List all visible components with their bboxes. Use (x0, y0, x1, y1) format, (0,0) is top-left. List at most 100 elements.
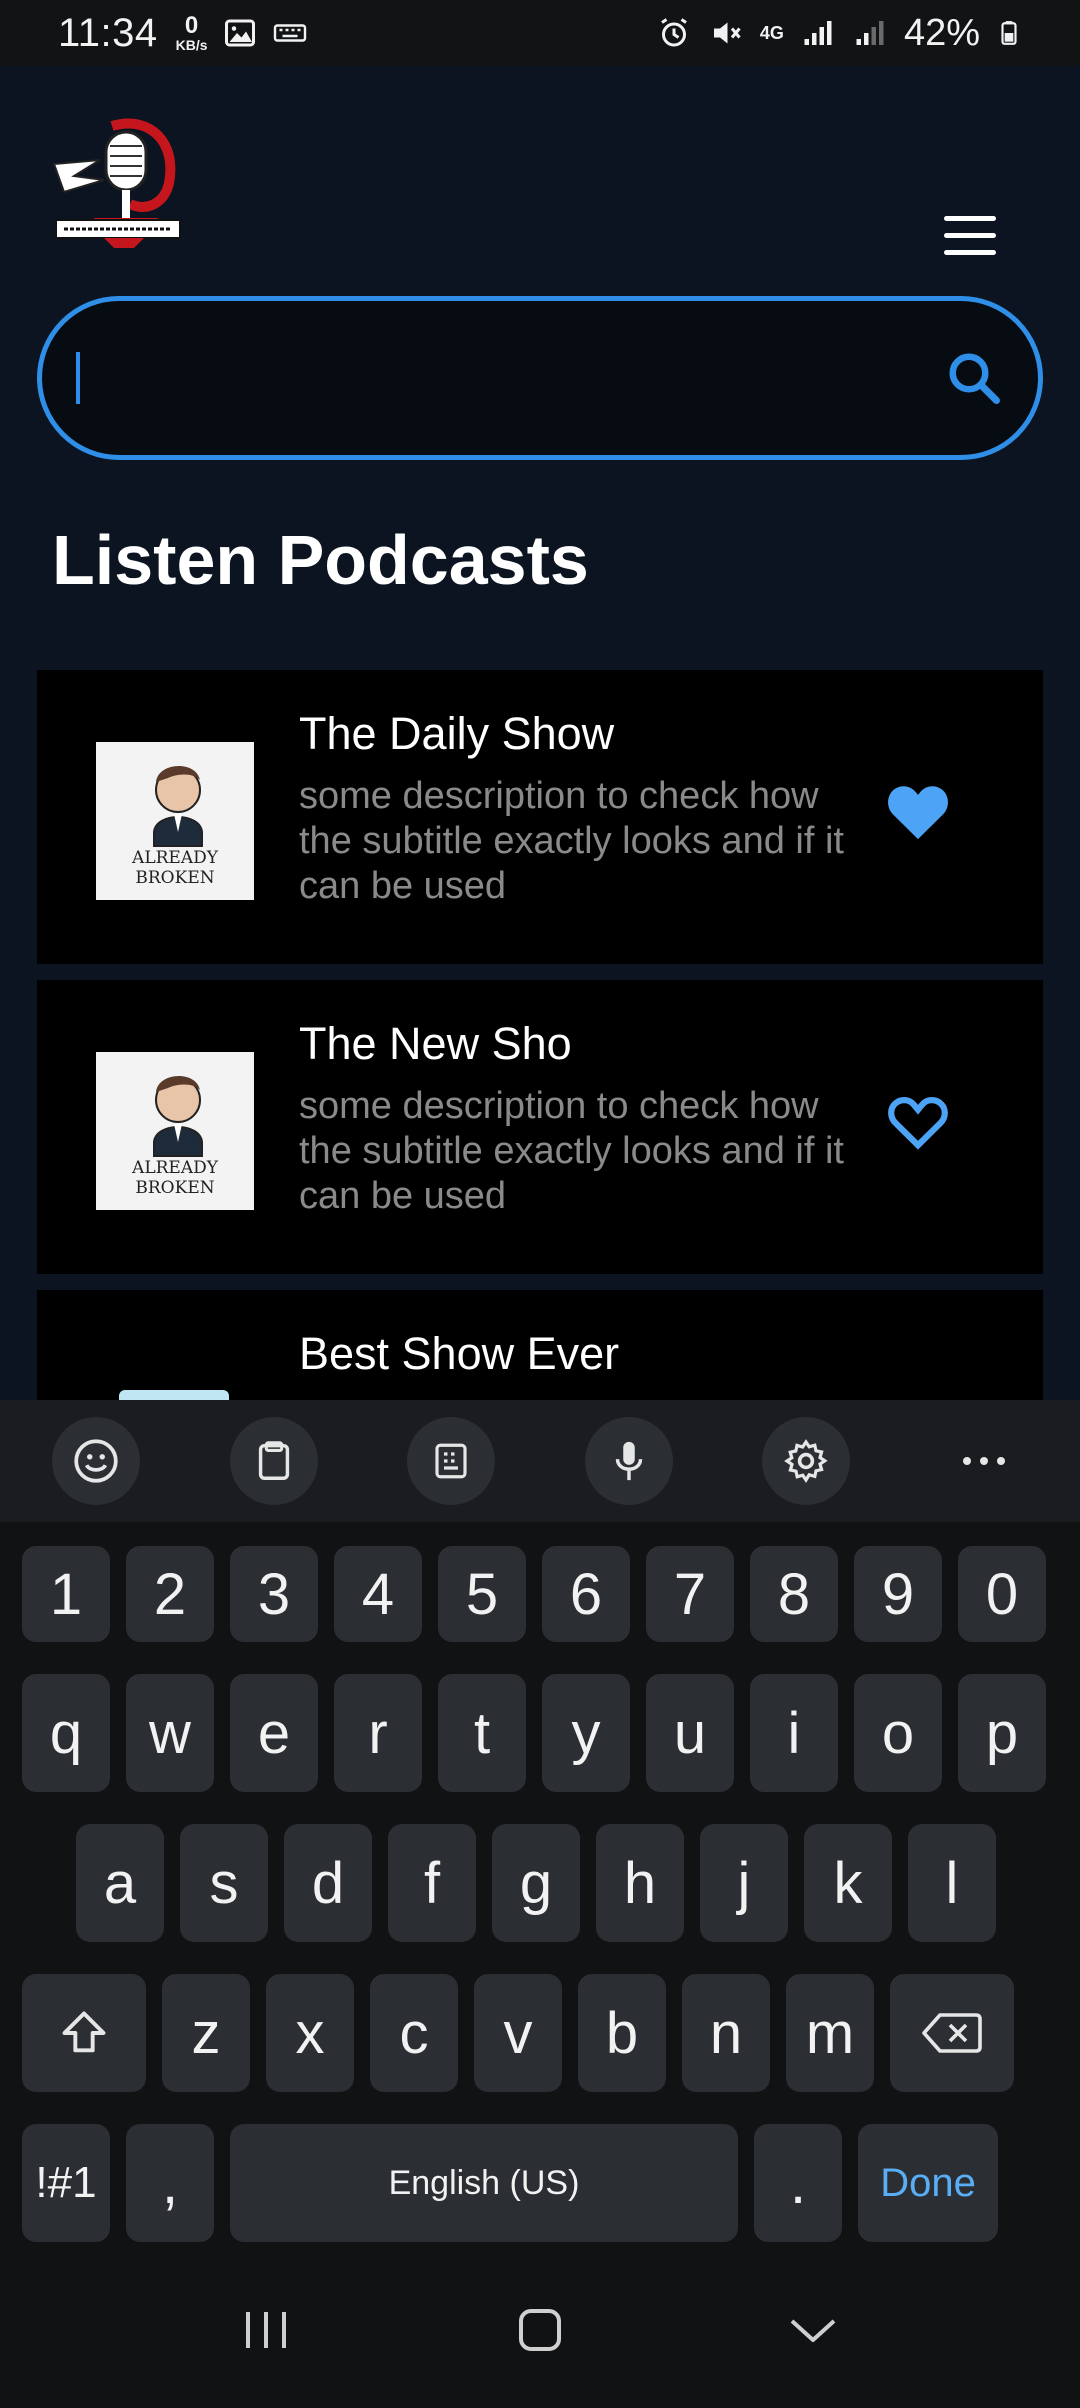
key-7[interactable]: 7 (646, 1546, 734, 1642)
key-y[interactable]: y (542, 1674, 630, 1792)
symbols-key[interactable]: !#1 (22, 2124, 110, 2242)
podcast-info: The New Sho some description to check ho… (299, 1018, 859, 1219)
key-k[interactable]: k (804, 1824, 892, 1942)
battery-percent: 42% (903, 11, 980, 54)
keyboard-icon (273, 24, 306, 42)
key-t[interactable]: t (438, 1674, 526, 1792)
key-w[interactable]: w (126, 1674, 214, 1792)
key-j[interactable]: j (700, 1824, 788, 1942)
key-l[interactable]: l (908, 1824, 996, 1942)
key-n[interactable]: n (682, 1974, 770, 2092)
mute-icon (713, 22, 741, 44)
recent-apps-icon[interactable] (232, 2295, 302, 2365)
podcast-info: Best Show Ever (299, 1328, 859, 1394)
key-u[interactable]: u (646, 1674, 734, 1792)
key-e[interactable]: e (230, 1674, 318, 1792)
home-glyph (518, 2309, 561, 2351)
menu-line (944, 233, 996, 238)
keypad-icon[interactable] (407, 1417, 496, 1505)
podcast-card[interactable]: ALREADY BROKEN The New Sho some descript… (37, 980, 1043, 1274)
key-4[interactable]: 4 (334, 1546, 422, 1642)
key-8[interactable]: 8 (750, 1546, 838, 1642)
key-d[interactable]: d (284, 1824, 372, 1942)
microphone-glyph (615, 1441, 643, 1481)
podcast-card[interactable]: Best Show Ever (37, 1290, 1043, 1400)
key-0[interactable]: 0 (958, 1546, 1046, 1642)
data-rate: 0 KB/s (175, 12, 208, 53)
screen: 11:34 0 KB/s 4G 42% Listen Podcasts ALRE… (0, 0, 1080, 2408)
key-q[interactable]: q (22, 1674, 110, 1792)
key-v[interactable]: v (474, 1974, 562, 2092)
podcast-title: The Daily Show (299, 708, 615, 759)
key-5[interactable]: 5 (438, 1546, 526, 1642)
key-x[interactable]: x (266, 1974, 354, 2092)
search-input[interactable] (86, 355, 944, 401)
key-z[interactable]: z (162, 1974, 250, 2092)
key-b[interactable]: b (578, 1974, 666, 2092)
key-p[interactable]: p (958, 1674, 1046, 1792)
keyboard-keys: 1 2 3 4 5 6 7 8 9 0 q w e r t y u i o p … (0, 1522, 1080, 2242)
hamburger-menu-icon[interactable] (944, 216, 1008, 266)
key-i[interactable]: i (750, 1674, 838, 1792)
key-o[interactable]: o (854, 1674, 942, 1792)
key-6[interactable]: 6 (542, 1546, 630, 1642)
heart-filled-icon[interactable] (883, 780, 953, 842)
battery-icon (1001, 21, 1017, 45)
alarm-icon (661, 18, 687, 47)
backspace-key[interactable] (890, 1974, 1014, 2092)
key-9[interactable]: 9 (854, 1546, 942, 1642)
menu-line (944, 250, 996, 255)
home-icon[interactable] (505, 2295, 575, 2365)
signal-icon (804, 21, 832, 45)
thumbnail-caption: ALREADY BROKEN (132, 848, 218, 888)
keyboard-toolbar (0, 1400, 1080, 1522)
thumbnail-caption: ALREADY BROKEN (132, 1158, 218, 1198)
podcast-title: The New Sho (299, 1018, 572, 1069)
done-key[interactable]: Done (858, 2124, 998, 2242)
key-3[interactable]: 3 (230, 1546, 318, 1642)
search-icon[interactable] (944, 348, 1004, 408)
podcast-thumbnail: ALREADY BROKEN (96, 1052, 254, 1210)
zxcv-row: z x c v b n m (0, 1974, 1080, 2092)
space-key[interactable]: English (US) (230, 2124, 738, 2242)
comma-key[interactable]: , (126, 2124, 214, 2242)
key-c[interactable]: c (370, 1974, 458, 2092)
microphone-icon[interactable] (584, 1417, 673, 1505)
key-m[interactable]: m (786, 1974, 874, 2092)
more-icon[interactable] (940, 1417, 1028, 1505)
key-f[interactable]: f (388, 1824, 476, 1942)
data-rate-unit: KB/s (175, 37, 208, 53)
clipboard-icon[interactable] (229, 1417, 318, 1505)
heart-outline-icon[interactable] (883, 1090, 953, 1152)
text-cursor (76, 352, 80, 404)
status-left: 11:34 0 KB/s (58, 11, 308, 56)
podcast-description: some description to check how the subtit… (299, 775, 844, 907)
key-g[interactable]: g (492, 1824, 580, 1942)
key-s[interactable]: s (180, 1824, 268, 1942)
number-row: 1 2 3 4 5 6 7 8 9 0 (0, 1546, 1080, 1642)
key-1[interactable]: 1 (22, 1546, 110, 1642)
network-type: 4G (759, 22, 784, 43)
back-icon[interactable] (778, 2295, 848, 2365)
signal-icon-2 (856, 21, 884, 45)
key-a[interactable]: a (76, 1824, 164, 1942)
status-right: 4G 42% (656, 12, 1022, 55)
period-key[interactable]: . (754, 2124, 842, 2242)
keypad-glyph (435, 1443, 467, 1479)
menu-line (944, 216, 996, 221)
search-bar[interactable] (37, 296, 1043, 460)
more-glyph (962, 1457, 1005, 1465)
gear-glyph (784, 1439, 829, 1483)
key-2[interactable]: 2 (126, 1546, 214, 1642)
app-header (0, 66, 1080, 296)
key-h[interactable]: h (596, 1824, 684, 1942)
shift-key[interactable] (22, 1974, 146, 2092)
settings-icon[interactable] (762, 1417, 851, 1505)
emoji-glyph (74, 1439, 118, 1483)
podcast-info: The Daily Show some description to check… (299, 708, 859, 909)
emoji-icon[interactable] (52, 1417, 140, 1505)
data-rate-value: 0 (184, 12, 199, 39)
key-r[interactable]: r (334, 1674, 422, 1792)
status-bar: 11:34 0 KB/s 4G 42% (0, 0, 1080, 66)
podcast-card[interactable]: ALREADY BROKEN The Daily Show some descr… (37, 670, 1043, 964)
